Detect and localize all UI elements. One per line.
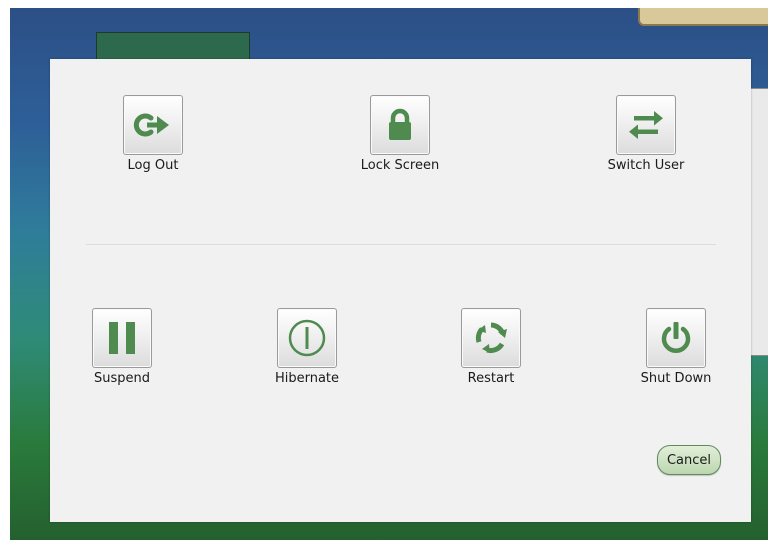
power-icon[interactable] — [646, 308, 706, 368]
hibernate-icon[interactable] — [277, 308, 337, 368]
log-out-label: Log Out — [127, 158, 179, 173]
suspend-button[interactable]: Suspend — [67, 308, 177, 408]
switch-user-label: Switch User — [607, 158, 685, 173]
switch-user-icon[interactable] — [616, 95, 676, 155]
shut-down-button[interactable]: Shut Down — [621, 308, 731, 408]
lock-icon[interactable] — [370, 95, 430, 155]
separator — [86, 244, 716, 245]
suspend-label: Suspend — [93, 371, 150, 386]
cancel-button[interactable]: Cancel — [657, 445, 721, 475]
hibernate-label: Hibernate — [274, 371, 340, 386]
restart-button[interactable]: Restart — [436, 308, 546, 408]
log-out-button[interactable]: Log Out — [98, 95, 208, 195]
lock-screen-button[interactable]: Lock Screen — [345, 95, 455, 195]
shut-down-label: Shut Down — [640, 371, 712, 386]
background-panel — [638, 8, 768, 26]
hibernate-button[interactable]: Hibernate — [252, 308, 362, 408]
logout-dialog: Log Out Lock Screen Switch User Suspend … — [50, 59, 751, 522]
pause-icon[interactable] — [92, 308, 152, 368]
lock-screen-label: Lock Screen — [360, 158, 440, 173]
restart-label: Restart — [467, 371, 515, 386]
restart-icon[interactable] — [461, 308, 521, 368]
logout-icon[interactable] — [123, 95, 183, 155]
switch-user-button[interactable]: Switch User — [591, 95, 701, 195]
